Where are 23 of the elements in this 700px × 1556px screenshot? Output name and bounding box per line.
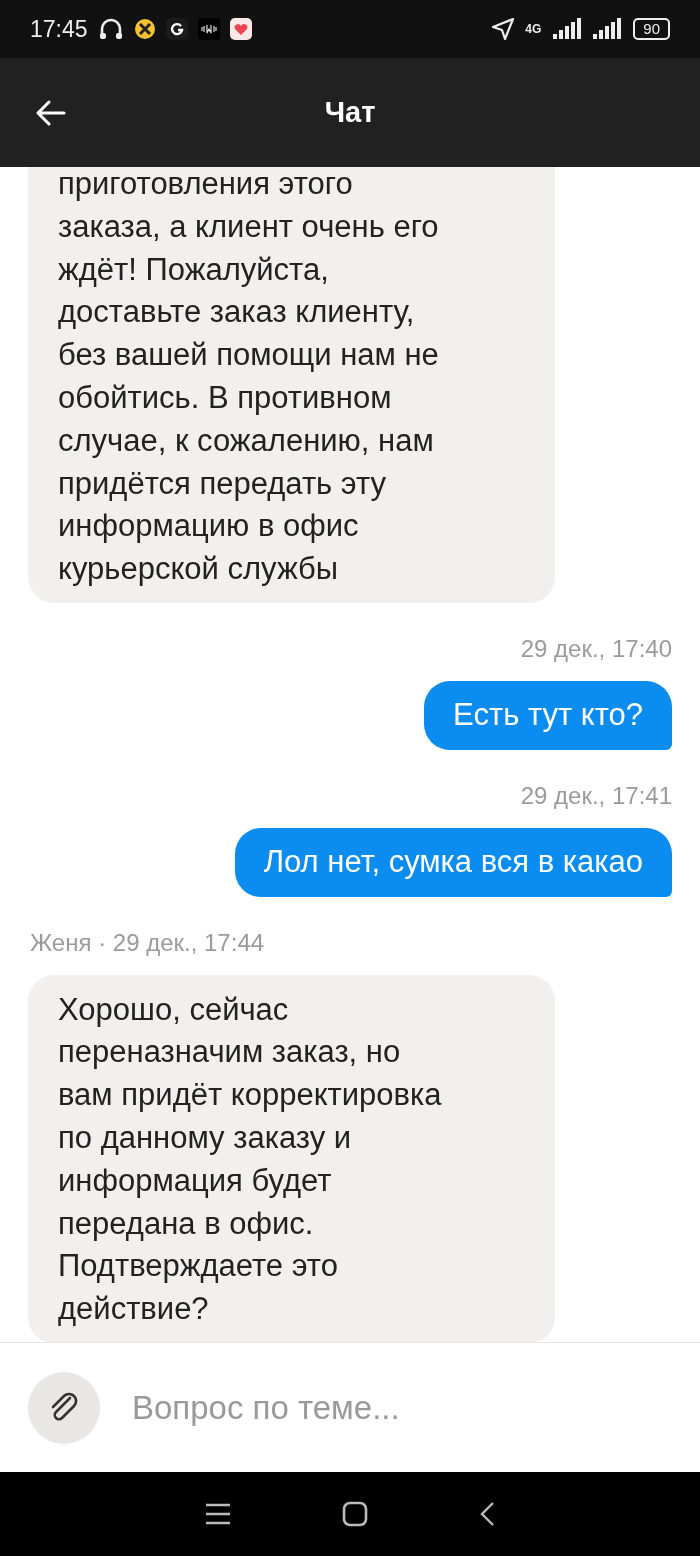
sender-label: Женя · 29 дек., 17:44 bbox=[30, 927, 266, 958]
message-time: 29 дек., 17:41 bbox=[520, 780, 672, 811]
message-time: 29 дек., 17:40 bbox=[520, 633, 672, 664]
message-bubble: приготовления этого заказа, а клиент очень его ждёт! Пожалуйста, доставьте заказ клиенту, без вашей помощи нам не обойтись. В противном случае, к сожалению, нам придётся передать эту информацию в офис курьерской службы bbox=[28, 167, 555, 603]
message-bubble: Есть тут кто? bbox=[424, 680, 672, 750]
message-bubble: Лол нет, сумка вся в какао bbox=[234, 827, 672, 897]
app-icon bbox=[165, 18, 188, 40]
signal-icon bbox=[551, 18, 582, 40]
back-icon[interactable] bbox=[478, 1501, 495, 1527]
message-bubble: Хорошо, сейчас переназначим заказ, но вам придёт корректировка по данному заказу и информация будет передана в офис. Подтверждаете это действие? bbox=[28, 974, 555, 1342]
chat-title: Чат bbox=[324, 96, 376, 129]
back-arrow-icon[interactable] bbox=[36, 99, 66, 126]
status-time: 17:45 bbox=[30, 15, 88, 43]
headphones-icon bbox=[97, 16, 124, 42]
location-icon bbox=[491, 17, 516, 41]
signal-icon bbox=[591, 18, 624, 40]
app-icon bbox=[133, 18, 156, 40]
message-input[interactable]: Вопрос по теме... bbox=[130, 1387, 672, 1428]
app-icon bbox=[197, 18, 220, 40]
home-icon[interactable] bbox=[342, 1501, 368, 1527]
battery-level: 90 bbox=[633, 18, 670, 40]
network-type: 4G bbox=[525, 22, 542, 36]
menu-icon[interactable] bbox=[205, 1503, 232, 1525]
